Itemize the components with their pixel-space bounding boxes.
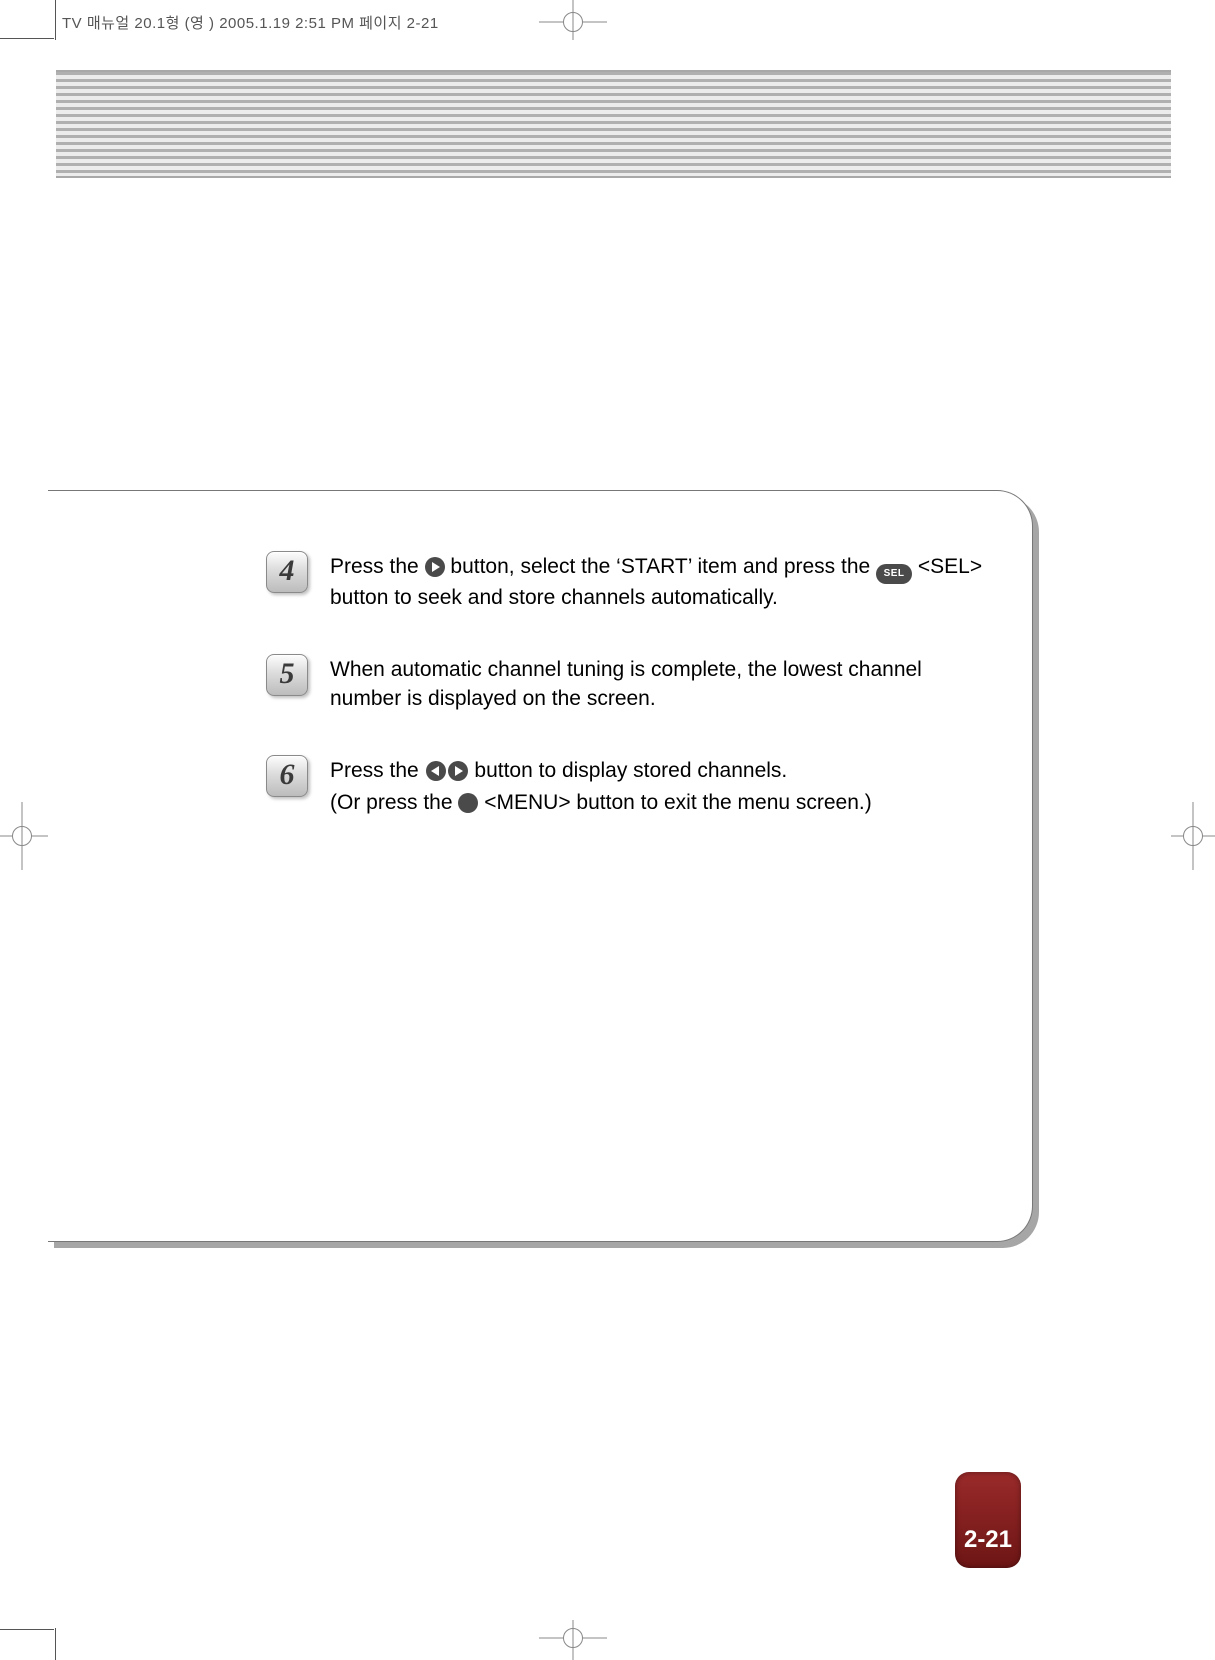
text-fragment: <MENU> button to exit the menu screen.) xyxy=(484,791,872,814)
crop-mark xyxy=(55,0,56,40)
registration-mark-icon xyxy=(555,4,591,40)
page-number-tab: 2-21 xyxy=(955,1472,1021,1568)
step-list: 4 Press the button, select the ‘START’ i… xyxy=(266,551,992,860)
text-fragment: When automatic channel tuning is complet… xyxy=(330,658,922,709)
header-stripe-decoration xyxy=(56,70,1171,178)
crop-mark xyxy=(55,1628,56,1660)
instruction-panel: 4 Press the button, select the ‘START’ i… xyxy=(48,490,1033,1242)
step-text: Press the button to display stored chann… xyxy=(330,755,872,818)
registration-mark-icon xyxy=(1175,818,1211,854)
step-number-badge: 4 xyxy=(266,551,308,593)
print-job-info: TV 매뉴얼 20.1형 (영 ) 2005.1.19 2:51 PM 페이지 … xyxy=(62,12,439,33)
step-number-badge: 5 xyxy=(266,654,308,696)
menu-button-icon xyxy=(458,793,478,813)
text-fragment: Press the xyxy=(330,555,425,578)
step-4: 4 Press the button, select the ‘START’ i… xyxy=(266,551,992,612)
sel-button-icon: SEL xyxy=(876,564,912,584)
step-text: Press the button, select the ‘START’ ite… xyxy=(330,551,992,612)
page-sheet: 4 Press the button, select the ‘START’ i… xyxy=(56,40,1171,1620)
crop-mark xyxy=(0,1629,54,1630)
registration-mark-icon xyxy=(555,1620,591,1656)
registration-mark-icon xyxy=(4,818,40,854)
step-text: When automatic channel tuning is complet… xyxy=(330,654,992,713)
step-number-badge: 6 xyxy=(266,755,308,797)
text-fragment: Press the xyxy=(330,759,425,782)
crop-mark xyxy=(0,38,54,39)
right-arrow-icon xyxy=(425,557,445,577)
text-fragment: button, select the ‘START’ item and pres… xyxy=(450,555,876,578)
step-5: 5 When automatic channel tuning is compl… xyxy=(266,654,992,713)
text-fragment: button to display stored channels. xyxy=(474,759,787,782)
left-right-arrow-icon xyxy=(425,761,469,789)
text-fragment: (Or press the xyxy=(330,791,458,814)
page-number: 2-21 xyxy=(964,1526,1012,1554)
step-6: 6 Press the button to display stored cha… xyxy=(266,755,992,818)
